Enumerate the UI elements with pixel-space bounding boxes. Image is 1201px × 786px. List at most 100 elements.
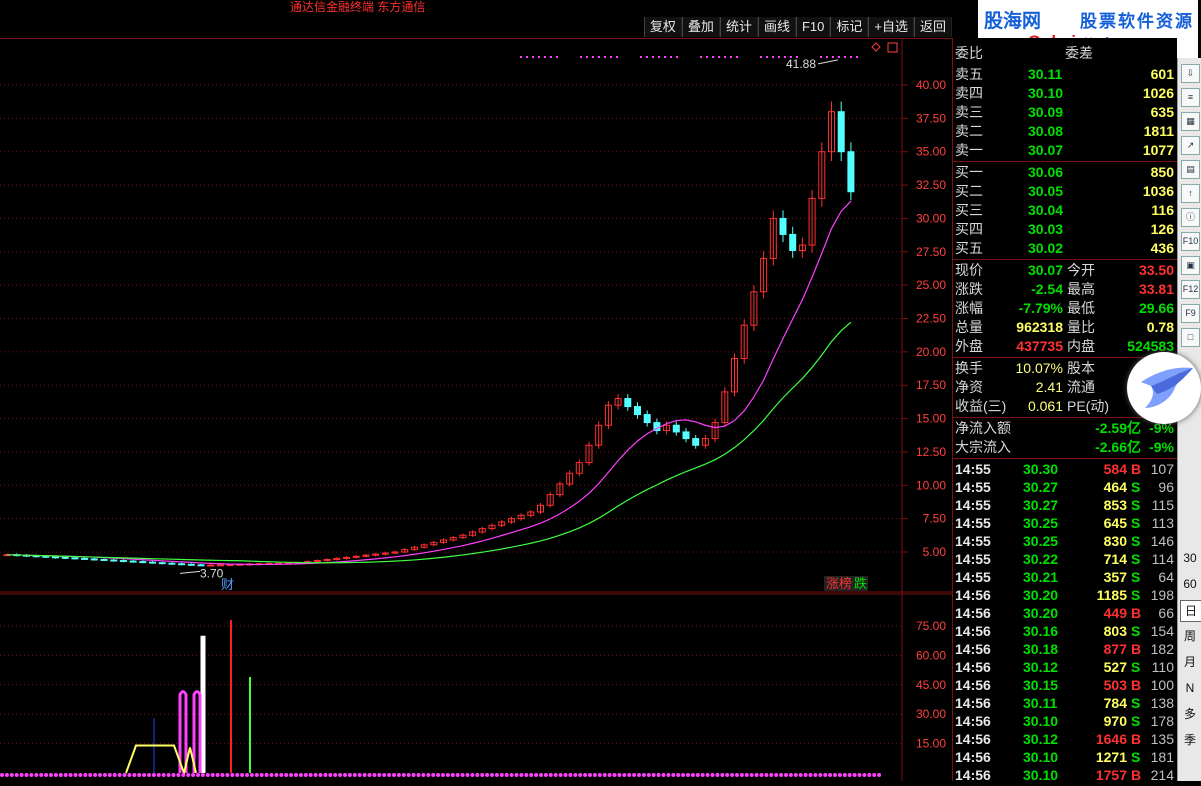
candle-body <box>149 561 156 564</box>
candle-body <box>779 217 787 235</box>
info-icon[interactable]: ⓘ <box>1181 208 1200 227</box>
toolbar-button-3[interactable]: 画线 <box>757 17 796 37</box>
baseline-dot <box>661 773 666 777</box>
period-5[interactable]: N <box>1180 678 1200 698</box>
chart-up-icon[interactable]: ↑ <box>1181 184 1200 203</box>
tick-direction: S <box>1131 695 1141 711</box>
tick-row: 14:55 30.25 645 S 113 <box>953 514 1177 532</box>
candle-body <box>129 560 137 563</box>
ask-row: 卖一 30.07 1077 <box>953 141 1177 160</box>
tick-price: 30.10 <box>1023 713 1059 729</box>
tick-direction: S <box>1131 515 1141 531</box>
baseline-dot <box>539 773 543 777</box>
stat-value: -2.54 <box>1031 281 1063 297</box>
toolbar-button-5[interactable]: 标记 <box>830 17 869 37</box>
tick-count: 138 <box>1150 695 1174 711</box>
baseline-dot <box>367 773 372 777</box>
baseline-dot <box>715 773 720 777</box>
tick-time: 14:56 <box>955 605 991 621</box>
kline-svg[interactable]: 40.00 37.50 35.00 32.50 30.00 27.50 25.00 22.50… <box>0 38 952 781</box>
y-tick-label: 17.50 <box>916 378 946 392</box>
sub-y-tick-label: 15.00 <box>916 737 946 751</box>
baseline-dot <box>431 773 436 777</box>
baseline-dot <box>9 773 14 777</box>
candle-body <box>634 406 641 416</box>
tick-price: 30.18 <box>1023 641 1059 657</box>
period-4[interactable]: 月 <box>1180 652 1200 672</box>
baseline-dot <box>788 773 793 777</box>
table2-icon[interactable]: ▤ <box>1181 160 1200 179</box>
list-icon[interactable]: ≡ <box>1181 88 1200 107</box>
tick-price: 30.25 <box>1023 515 1059 531</box>
baseline-dot <box>382 773 387 777</box>
toolbar-button-2[interactable]: 统计 <box>719 17 758 37</box>
top-marker <box>718 56 720 58</box>
tick-direction: B <box>1131 605 1142 621</box>
ask-row: 卖二 30.08 1811 <box>953 122 1177 141</box>
f12-icon-icon[interactable]: F12 <box>1181 280 1200 299</box>
candle-body <box>42 555 50 558</box>
baseline-dot <box>284 773 289 777</box>
baseline-dot <box>465 773 470 777</box>
period-0[interactable]: 30 <box>1180 548 1200 568</box>
bid-label: 买三 <box>955 202 983 218</box>
sub-y-tick-label: 45.00 <box>916 678 946 692</box>
ask-volume: 1026 <box>1142 85 1174 101</box>
baseline-dot <box>303 773 308 777</box>
chart-line-icon[interactable]: ↗ <box>1181 136 1200 155</box>
baseline-dot <box>460 773 465 777</box>
baseline-dot <box>137 773 142 777</box>
baseline-dot <box>563 773 568 777</box>
window-icon[interactable]: □ <box>1181 328 1200 347</box>
toolbar-button-6[interactable]: +自选 <box>868 17 914 37</box>
toolbar-button-0[interactable]: 复权 <box>643 17 682 37</box>
baseline-dot <box>347 773 352 777</box>
bid-volume: 436 <box>1150 240 1174 256</box>
baseline-dot <box>98 773 102 777</box>
baseline-dot <box>837 773 842 777</box>
candle-body <box>789 233 797 251</box>
kline-chart[interactable]: 40.00 37.50 35.00 32.50 30.00 27.50 25.00 22.50… <box>0 38 952 781</box>
period-6[interactable]: 多 <box>1180 704 1200 724</box>
f9-icon-icon[interactable]: F9 <box>1181 304 1200 323</box>
sub-y-tick-label: 60.00 <box>916 648 946 662</box>
baseline-dot <box>44 773 49 777</box>
table-icon[interactable]: ▦ <box>1181 112 1200 131</box>
baseline-dot <box>338 773 343 777</box>
ask-price: 30.11 <box>1028 66 1063 82</box>
top-marker <box>640 56 642 58</box>
toolbar-button-4[interactable]: F10 <box>795 17 831 37</box>
low-pointer <box>179 570 201 574</box>
toolbar-button-7[interactable]: 返回 <box>913 17 952 37</box>
toolbar-button-1[interactable]: 叠加 <box>681 17 720 37</box>
tick-volume: 877 <box>1103 641 1127 657</box>
assistant-bird-icon[interactable] <box>1127 352 1201 424</box>
baseline-dot <box>573 773 578 777</box>
period-1[interactable]: 60 <box>1180 574 1200 594</box>
tick-row: 14:56 30.20 449 B 66 <box>953 604 1177 622</box>
candle-body <box>110 559 118 562</box>
y-tick-label: 37.50 <box>916 111 946 125</box>
baseline-dot <box>695 773 700 777</box>
bid-volume: 126 <box>1150 221 1174 237</box>
period-2[interactable]: 日 <box>1180 600 1201 622</box>
tick-time: 14:56 <box>955 641 991 657</box>
baseline-dot <box>176 773 181 777</box>
period-7[interactable]: 季 <box>1180 730 1200 750</box>
down-arrow-icon[interactable]: ⇩ <box>1181 64 1200 83</box>
tick-row: 14:56 30.11 784 S 138 <box>953 694 1177 712</box>
candle-body <box>624 398 632 408</box>
baseline-dot <box>622 773 627 777</box>
layout-icon[interactable]: ▣ <box>1181 256 1200 275</box>
tick-time: 14:56 <box>955 623 991 639</box>
period-3[interactable]: 周 <box>1180 626 1200 646</box>
f10-icon-icon[interactable]: F10 <box>1181 232 1200 251</box>
stat-value: 437735 <box>1016 338 1063 354</box>
tick-count: 113 <box>1151 515 1174 531</box>
baseline-dot <box>450 773 455 777</box>
fund-label: 净资 <box>955 379 983 395</box>
candle-body <box>692 438 700 446</box>
stat-row: 现价 30.07 今开 33.50 <box>953 261 1177 280</box>
baseline-dot <box>254 773 259 777</box>
baseline-dot <box>612 773 617 777</box>
